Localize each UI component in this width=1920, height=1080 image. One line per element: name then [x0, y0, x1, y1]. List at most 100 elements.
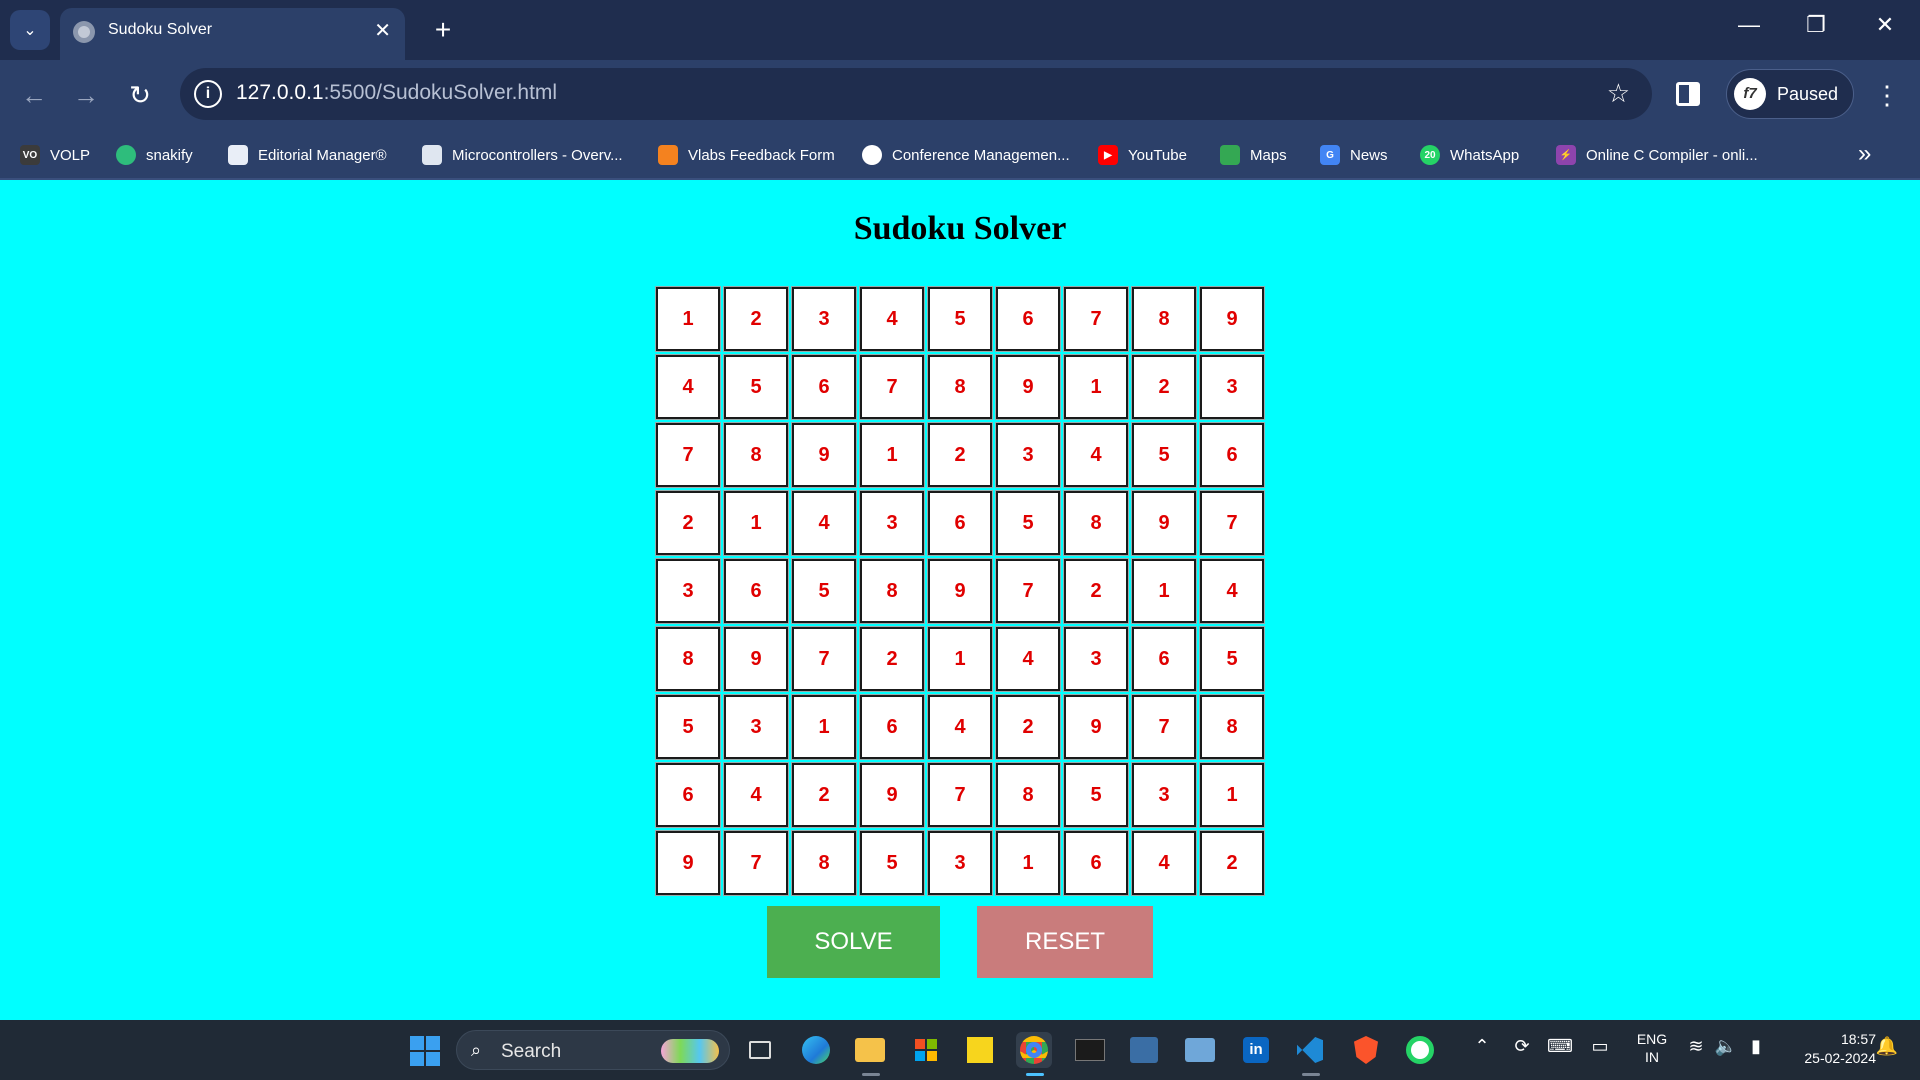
bookmark-editorial-manager[interactable]: Editorial Manager®	[228, 143, 387, 167]
sudoku-cell[interactable]: 6	[927, 490, 993, 556]
sync-icon[interactable]: ⟳	[1508, 1036, 1536, 1057]
terminal-icon[interactable]	[1072, 1032, 1108, 1068]
sudoku-cell[interactable]: 1	[927, 626, 993, 692]
notification-bell-icon[interactable]: 🔔	[1872, 1036, 1902, 1057]
sudoku-cell[interactable]: 2	[655, 490, 721, 556]
sudoku-cell[interactable]: 4	[995, 626, 1061, 692]
remote-desktop-icon[interactable]	[1182, 1032, 1218, 1068]
language-indicator[interactable]: ENG IN	[1632, 1030, 1672, 1066]
sudoku-cell[interactable]: 6	[1199, 422, 1265, 488]
sudoku-cell[interactable]: 9	[1199, 286, 1265, 352]
sudoku-cell[interactable]: 7	[655, 422, 721, 488]
back-icon[interactable]: ←	[16, 78, 52, 114]
sudoku-cell[interactable]: 2	[995, 694, 1061, 760]
sticky-notes-icon[interactable]	[962, 1032, 998, 1068]
menu-kebab-icon[interactable]: ⋮	[1874, 78, 1900, 112]
bookmark-microcontrollers[interactable]: Microcontrollers - Overv...	[422, 143, 623, 167]
whatsapp-icon[interactable]	[1402, 1032, 1438, 1068]
brave-icon[interactable]	[1348, 1032, 1384, 1068]
clock[interactable]: 18:57 25-02-2024	[1780, 1030, 1876, 1068]
sudoku-cell[interactable]: 5	[995, 490, 1061, 556]
bookmark-star-icon[interactable]: ☆	[1607, 78, 1630, 109]
sudoku-cell[interactable]: 3	[655, 558, 721, 624]
bookmark-snakify[interactable]: snakify	[116, 143, 193, 167]
sudoku-cell[interactable]: 4	[791, 490, 857, 556]
sudoku-cell[interactable]: 2	[1199, 830, 1265, 896]
bookmark-conference[interactable]: Conference Managemen...	[862, 143, 1070, 167]
sudoku-cell[interactable]: 6	[859, 694, 925, 760]
sudoku-cell[interactable]: 9	[723, 626, 789, 692]
mysql-icon[interactable]	[1126, 1032, 1162, 1068]
sudoku-cell[interactable]: 9	[1131, 490, 1197, 556]
sudoku-cell[interactable]: 8	[927, 354, 993, 420]
bookmark-news[interactable]: G News	[1320, 143, 1388, 167]
sudoku-cell[interactable]: 3	[1199, 354, 1265, 420]
sudoku-cell[interactable]: 3	[1131, 762, 1197, 828]
sudoku-cell[interactable]: 8	[791, 830, 857, 896]
file-explorer-icon[interactable]	[852, 1032, 888, 1068]
store-icon[interactable]	[908, 1032, 944, 1068]
restore-icon[interactable]: ❐	[1793, 12, 1839, 38]
sudoku-cell[interactable]: 7	[995, 558, 1061, 624]
sudoku-cell[interactable]: 5	[1131, 422, 1197, 488]
sudoku-cell[interactable]: 9	[995, 354, 1061, 420]
battery-icon[interactable]: ▮	[1742, 1036, 1770, 1057]
sudoku-cell[interactable]: 1	[1199, 762, 1265, 828]
sudoku-cell[interactable]: 4	[1199, 558, 1265, 624]
chrome-icon[interactable]	[1016, 1032, 1052, 1068]
close-icon[interactable]: ✕	[374, 18, 391, 43]
address-bar[interactable]: i 127.0.0.1:5500/SudokuSolver.html ☆	[180, 68, 1652, 120]
sudoku-cell[interactable]: 2	[723, 286, 789, 352]
sudoku-cell[interactable]: 1	[1131, 558, 1197, 624]
sudoku-cell[interactable]: 4	[859, 286, 925, 352]
sudoku-cell[interactable]: 5	[1199, 626, 1265, 692]
sudoku-cell[interactable]: 2	[1131, 354, 1197, 420]
sudoku-cell[interactable]: 8	[995, 762, 1061, 828]
speaker-muted-icon[interactable]: 🔈	[1712, 1036, 1740, 1057]
windows-start-icon[interactable]	[410, 1036, 440, 1066]
sudoku-cell[interactable]: 7	[859, 354, 925, 420]
taskbar-search[interactable]: ⌕ Search	[456, 1030, 730, 1070]
sudoku-cell[interactable]: 8	[1063, 490, 1129, 556]
sudoku-cell[interactable]: 3	[723, 694, 789, 760]
bookmark-youtube[interactable]: ▶ YouTube	[1098, 143, 1187, 167]
sudoku-cell[interactable]: 3	[1063, 626, 1129, 692]
display-icon[interactable]: ▭	[1586, 1036, 1614, 1057]
sudoku-cell[interactable]: 9	[1063, 694, 1129, 760]
tab-search-button[interactable]: ⌄	[10, 10, 50, 50]
sudoku-cell[interactable]: 8	[859, 558, 925, 624]
sudoku-cell[interactable]: 2	[1063, 558, 1129, 624]
sudoku-cell[interactable]: 7	[1131, 694, 1197, 760]
bookmark-whatsapp[interactable]: 20 WhatsApp	[1420, 143, 1519, 167]
sudoku-cell[interactable]: 2	[859, 626, 925, 692]
sudoku-cell[interactable]: 6	[1063, 830, 1129, 896]
sudoku-cell[interactable]: 6	[1131, 626, 1197, 692]
task-view-icon[interactable]	[742, 1032, 778, 1068]
new-tab-button[interactable]: +	[425, 12, 461, 48]
sudoku-cell[interactable]: 8	[723, 422, 789, 488]
sudoku-cell[interactable]: 4	[1063, 422, 1129, 488]
sudoku-cell[interactable]: 9	[927, 558, 993, 624]
sudoku-cell[interactable]: 4	[927, 694, 993, 760]
linkedin-icon[interactable]: in	[1238, 1032, 1274, 1068]
reset-button[interactable]: RESET	[977, 906, 1153, 978]
sudoku-cell[interactable]: 1	[859, 422, 925, 488]
keyboard-icon[interactable]: ⌨	[1546, 1036, 1574, 1057]
sudoku-cell[interactable]: 5	[655, 694, 721, 760]
sudoku-cell[interactable]: 7	[1063, 286, 1129, 352]
sudoku-cell[interactable]: 7	[1199, 490, 1265, 556]
minimize-icon[interactable]: —	[1726, 12, 1772, 38]
close-window-icon[interactable]: ✕	[1862, 12, 1908, 38]
bookmark-maps[interactable]: Maps	[1220, 143, 1287, 167]
sudoku-cell[interactable]: 8	[655, 626, 721, 692]
active-tab[interactable]: Sudoku Solver ✕	[60, 8, 405, 60]
sudoku-cell[interactable]: 1	[723, 490, 789, 556]
sudoku-cell[interactable]: 5	[723, 354, 789, 420]
sudoku-cell[interactable]: 7	[791, 626, 857, 692]
bookmark-vlabs[interactable]: Vlabs Feedback Form	[658, 143, 835, 167]
sudoku-cell[interactable]: 6	[723, 558, 789, 624]
sudoku-cell[interactable]: 5	[1063, 762, 1129, 828]
sudoku-cell[interactable]: 1	[791, 694, 857, 760]
sudoku-cell[interactable]: 3	[995, 422, 1061, 488]
side-panel-icon[interactable]	[1676, 82, 1700, 106]
